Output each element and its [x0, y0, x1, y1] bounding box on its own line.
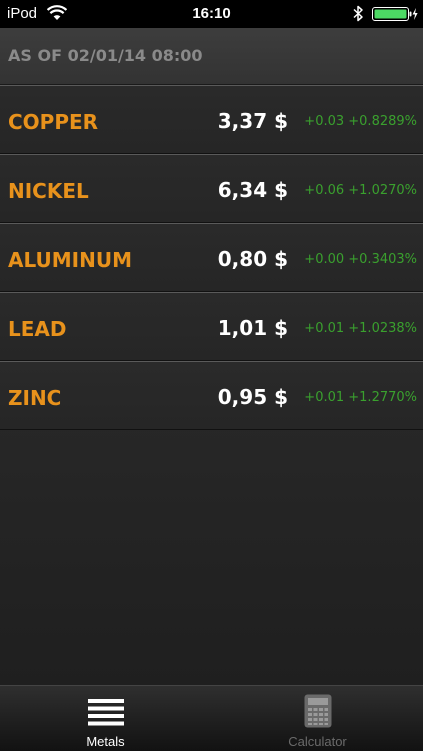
metal-name: ZINC [8, 386, 62, 410]
metal-name: ALUMINUM [8, 248, 132, 272]
tab-label: Metals [86, 734, 125, 749]
metal-price: 1,01 $ [217, 316, 288, 340]
metal-name: LEAD [8, 317, 67, 341]
metal-price: 0,80 $ [217, 247, 288, 271]
metal-row-lead[interactable]: LEAD 1,01 $ +0.01 +1.0238% [0, 292, 423, 361]
metal-price: 0,95 $ [217, 385, 288, 409]
battery-icon [372, 7, 418, 21]
metal-price: 6,34 $ [217, 178, 288, 202]
metal-name: NICKEL [8, 179, 89, 203]
tab-metals[interactable]: Metals [0, 686, 211, 751]
list-icon [87, 699, 124, 726]
metal-change: +0.01 +1.0238% [304, 321, 417, 336]
tab-bar: Metals Calculator [0, 685, 423, 751]
metal-row-zinc[interactable]: ZINC 0,95 $ +0.01 +1.2770% [0, 361, 423, 430]
metal-list: COPPER 3,37 $ +0.03 +0.8289% NICKEL 6,34… [0, 85, 423, 430]
metal-price: 3,37 $ [217, 109, 288, 133]
as-of-label: AS OF 02/01/14 08:00 [8, 46, 203, 65]
bluetooth-icon [353, 5, 363, 22]
tab-label: Calculator [288, 734, 347, 749]
metal-row-copper[interactable]: COPPER 3,37 $ +0.03 +0.8289% [0, 85, 423, 154]
metal-row-nickel[interactable]: NICKEL 6,34 $ +0.06 +1.0270% [0, 154, 423, 223]
metal-change: +0.01 +1.2770% [304, 390, 417, 405]
metal-name: COPPER [8, 110, 99, 134]
metal-change: +0.03 +0.8289% [304, 114, 417, 129]
metal-change: +0.06 +1.0270% [304, 183, 417, 198]
calculator-icon [304, 694, 331, 728]
status-bar: iPod 16:10 [0, 0, 423, 28]
metal-change: +0.00 +0.3403% [304, 252, 417, 267]
tab-calculator[interactable]: Calculator [212, 686, 423, 751]
content-area: AS OF 02/01/14 08:00 COPPER 3,37 $ +0.03… [0, 28, 423, 685]
as-of-header: AS OF 02/01/14 08:00 [0, 28, 423, 85]
metal-row-aluminum[interactable]: ALUMINUM 0,80 $ +0.00 +0.3403% [0, 223, 423, 292]
